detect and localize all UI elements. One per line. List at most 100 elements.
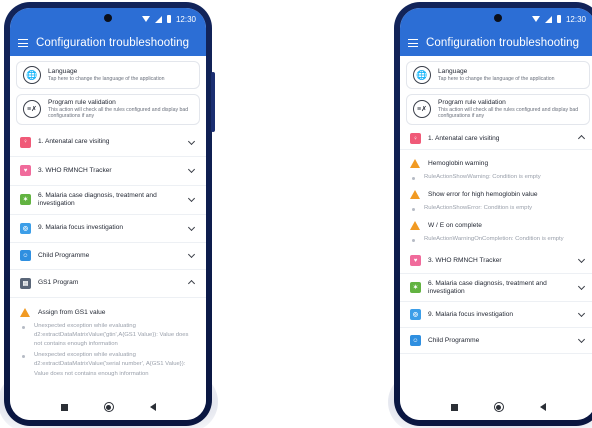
home-icon[interactable] (103, 402, 114, 412)
recent-apps-icon[interactable] (450, 403, 458, 411)
menu-icon[interactable] (408, 39, 418, 47)
language-title: Language (48, 67, 78, 75)
message-text: Unexpected exception while evaluating d2… (34, 352, 186, 377)
warning-item: Show error for high hemoglobin value (400, 186, 592, 203)
program-label: 9. Malaria focus investigation (428, 310, 514, 318)
program-row[interactable]: ☺ Child Programme (10, 242, 206, 270)
bullet-dot (412, 239, 415, 243)
camera-icon (104, 14, 112, 22)
program-row[interactable]: ◎ 9. Malaria focus investigation (400, 302, 592, 329)
chevron-up-icon[interactable] (576, 134, 586, 143)
battery-icon (556, 15, 561, 23)
back-icon[interactable] (539, 403, 546, 411)
program-label: Child Programme (38, 251, 90, 259)
warning-item: W / E on complete (400, 217, 592, 234)
program-row-expanded[interactable]: ♀ 1. Antenatal care visiting (400, 128, 592, 150)
back-icon[interactable] (149, 403, 156, 411)
malaria-icon: ✶ (410, 282, 421, 294)
warning-message: Unexpected exception while evaluating d2… (10, 321, 206, 350)
phone-left: 12:30 Configuration troubleshooting 🌐 La… (0, 2, 218, 428)
child-icon: ☺ (20, 250, 31, 262)
program-rule-validation-card[interactable]: ≡✗ Program rule validation This action w… (16, 94, 200, 125)
globe-icon: 🌐 (23, 66, 41, 84)
warning-title: W / E on complete (428, 222, 482, 230)
message-text: RuleActionWarningOnCompletion: Condition… (424, 236, 564, 243)
program-row[interactable]: ♥ 3. WHO RMNCH Tracker (10, 156, 206, 186)
status-bar: 12:30 (10, 8, 206, 30)
status-bar: 12:30 (400, 8, 592, 30)
warning-icon (410, 158, 420, 168)
pregnant-woman-icon: ♀ (20, 136, 31, 148)
content-right: 🌐 Language Tap here to change the langua… (400, 56, 592, 394)
chevron-down-icon[interactable] (576, 311, 586, 318)
language-card[interactable]: 🌐 Language Tap here to change the langua… (406, 61, 590, 89)
warning-title: Assign from GS1 value (38, 308, 106, 316)
chevron-up-icon[interactable] (186, 279, 196, 288)
android-nav-bar (10, 394, 206, 420)
mother-child-icon: ♥ (410, 255, 421, 267)
menu-icon[interactable] (18, 39, 28, 47)
phone-screen: 12:30 Configuration troubleshooting 🌐 La… (10, 8, 206, 420)
warning-message: RuleActionShowWarning: Condition is empt… (400, 172, 592, 183)
chevron-down-icon[interactable] (186, 167, 196, 174)
status-time: 12:30 (175, 14, 196, 24)
status-time: 12:30 (565, 14, 586, 24)
recent-apps-icon[interactable] (60, 403, 68, 411)
language-card[interactable]: 🌐 Language Tap here to change the langua… (16, 61, 200, 89)
bullet-dot (412, 176, 415, 180)
warning-icon (20, 307, 30, 317)
chevron-down-icon[interactable] (186, 139, 196, 146)
chevron-down-icon[interactable] (186, 252, 196, 259)
program-label: 6. Malaria case diagnosis, treatment and… (38, 192, 157, 207)
message-text: RuleActionShowWarning: Condition is empt… (424, 173, 541, 180)
program-row[interactable]: ♀ 1. Antenatal care visiting (10, 128, 206, 157)
android-nav-bar (400, 394, 592, 420)
program-row[interactable]: ✶ 6. Malaria case diagnosis, treatment an… (400, 274, 592, 303)
program-rule-validation-card[interactable]: ≡✗ Program rule validation This action w… (406, 94, 590, 125)
warning-item: Hemoglobin warning (400, 155, 592, 172)
signal-icon (154, 15, 162, 23)
rule-check-icon: ≡✗ (23, 100, 41, 119)
chevron-down-icon[interactable] (186, 196, 196, 203)
language-subtitle: Tap here to change the language of the a… (438, 75, 555, 82)
chevron-down-icon[interactable] (186, 225, 196, 232)
toolbar: Configuration troubleshooting (400, 30, 592, 56)
validation-title: Program rule validation (48, 99, 116, 106)
camera-icon (494, 14, 502, 22)
program-label: 9. Malaria focus investigation (38, 224, 124, 232)
program-label: Child Programme (428, 336, 480, 344)
page-title: Configuration troubleshooting (426, 37, 580, 49)
chevron-down-icon[interactable] (576, 284, 586, 291)
home-icon[interactable] (493, 402, 504, 412)
globe-icon: 🌐 (413, 66, 431, 84)
phone-side-button (211, 72, 215, 132)
program-row[interactable]: ☺ Child Programme (400, 328, 592, 355)
signal-icon (544, 15, 552, 23)
language-subtitle: Tap here to change the language of the a… (48, 75, 165, 82)
validation-subtitle: This action will check all the rules con… (438, 106, 579, 120)
chevron-down-icon[interactable] (576, 337, 586, 344)
validation-title: Program rule validation (438, 99, 506, 106)
program-row[interactable]: ♥ 3. WHO RMNCH Tracker (400, 248, 592, 275)
warning-icon (410, 221, 420, 231)
mother-child-icon: ♥ (20, 165, 31, 177)
battery-icon (166, 15, 171, 23)
program-label: 6. Malaria case diagnosis, treatment and… (428, 279, 547, 295)
program-row[interactable]: ◎ 9. Malaria focus investigation (10, 214, 206, 243)
program-label: 1. Antenatal care visiting (428, 134, 500, 142)
validation-subtitle: This action will check all the rules con… (48, 106, 189, 120)
phone-screen: 12:30 Configuration troubleshooting 🌐 La… (400, 8, 592, 420)
program-label: 3. WHO RMNCH Tracker (38, 166, 112, 174)
warning-title: Hemoglobin warning (428, 159, 489, 167)
message-text: RuleActionShowError: Condition is empty (424, 205, 533, 212)
program-row[interactable]: ✶ 6. Malaria case diagnosis, treatment an… (10, 185, 206, 215)
bullet-dot (22, 325, 25, 329)
program-label: 3. WHO RMNCH Tracker (428, 256, 502, 264)
chevron-down-icon[interactable] (576, 257, 586, 264)
focus-investigation-icon: ◎ (20, 222, 31, 234)
pregnant-woman-icon: ♀ (410, 133, 421, 145)
warning-message: RuleActionShowError: Condition is empty (400, 203, 592, 214)
content-left: 🌐 Language Tap here to change the langua… (10, 56, 206, 394)
program-row[interactable]: ▤ GS1 Program (10, 269, 206, 298)
page-title: Configuration troubleshooting (36, 37, 190, 49)
